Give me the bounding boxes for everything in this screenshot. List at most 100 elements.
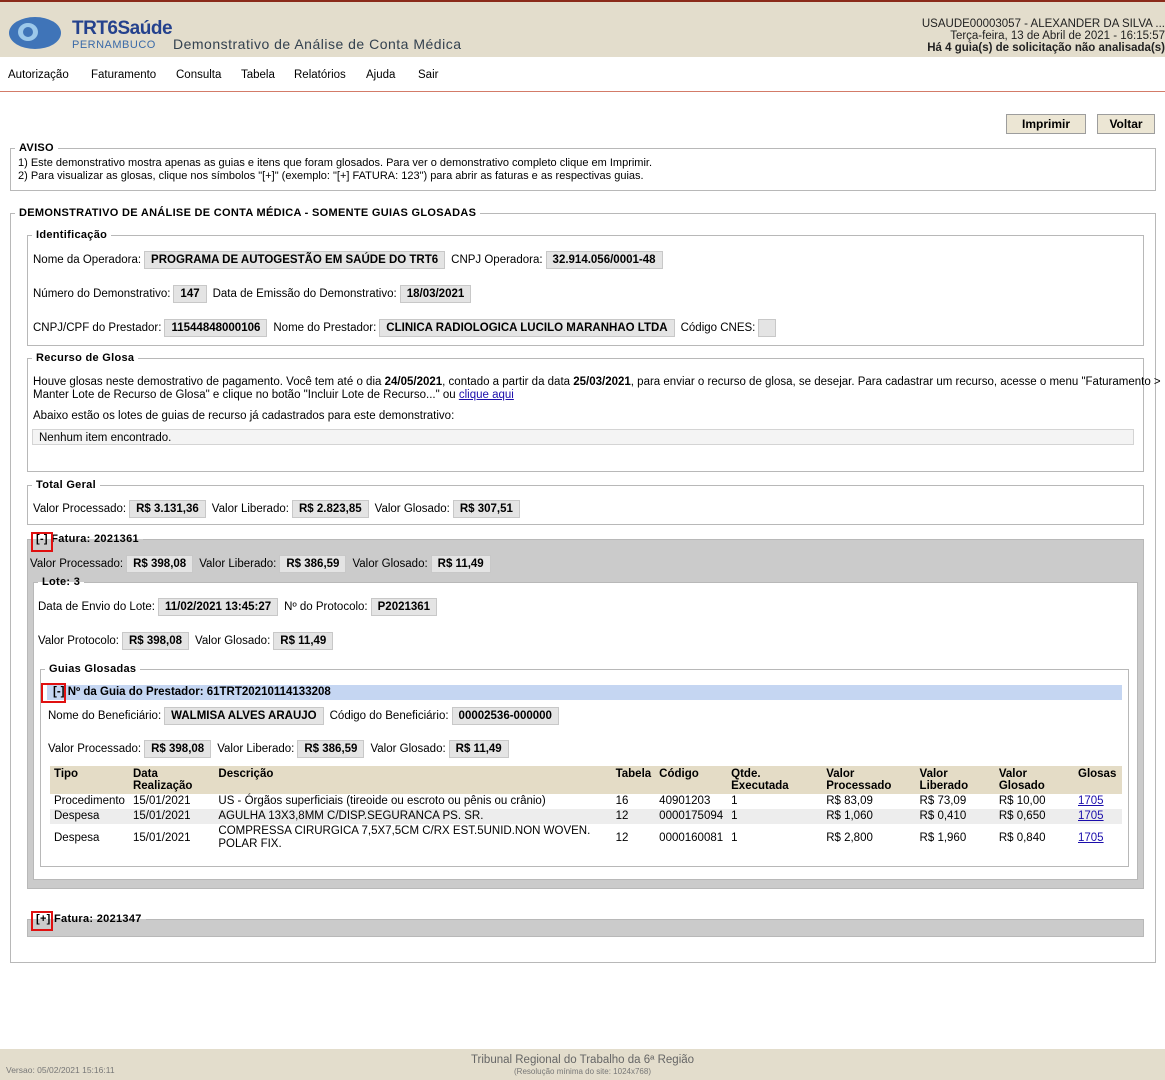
cell-tipo: Procedimento (54, 795, 125, 807)
guia-glos-value: R$ 11,49 (448, 740, 509, 758)
recurso-t1: Houve glosas neste demostrativo de pagam… (33, 376, 385, 388)
page-footer: Tribunal Regional do Trabalho da 6ª Regi… (0, 1049, 1165, 1080)
print-button[interactable]: Imprimir (1006, 114, 1086, 134)
recurso-date-limit: 24/05/2021 (384, 376, 443, 388)
recurso-text-1: Houve glosas neste demostrativo de pagam… (33, 376, 1161, 388)
cell-valor-processado: R$ 83,09 (826, 795, 873, 807)
cell-descricao: COMPRESSA CIRURGICA 7,5X7,5CM C/RX EST.5… (218, 825, 591, 850)
cnpj-prestador-value: 11544848000106 (164, 319, 268, 338)
guia-glos-label: Valor Glosado: (370, 743, 446, 755)
prestador-value: CLINICA RADIOLOGICA LUCILO MARANHAO LTDA (379, 319, 675, 338)
col-valor-liberado: Valor Liberado (915, 766, 995, 794)
valor-protocolo-label: Valor Protocolo: (38, 635, 119, 647)
prestador-row: CNPJ/CPF do Prestador: 11544848000106 Nome… (33, 319, 782, 338)
clique-aqui-link[interactable]: clique aqui (459, 389, 514, 401)
footer-version: Versao: 05/02/2021 15:16:11 (6, 1065, 115, 1075)
lote-glos-value: R$ 11,49 (273, 632, 334, 650)
footer-org: Tribunal Regional do Trabalho da 6ª Regi… (470, 1054, 695, 1066)
cell-qtde: 1 (727, 809, 823, 824)
menu-ajuda[interactable]: Ajuda (366, 69, 395, 81)
operadora-label: Nome da Operadora: (33, 254, 142, 266)
glosa-link[interactable]: 1705 (1078, 810, 1104, 822)
lote-glos-label: Valor Glosado: (195, 635, 271, 647)
highlight-box (31, 532, 53, 552)
operadora-row: Nome da Operadora: PROGRAMA DE AUTOGESTÃO… (33, 251, 669, 269)
demonstrativo-row: Número do Demonstrativo: 147 Data de Emiss… (33, 285, 477, 303)
menu-consulta[interactable]: Consulta (176, 69, 221, 81)
recurso-empty-message: Nenhum item encontrado. (32, 429, 1134, 445)
col-tabela: Tabela (611, 766, 656, 794)
menu-sair[interactable]: Sair (418, 69, 438, 81)
recurso-text-2: Manter Lote de Recurso de Glosa" e cliqu… (33, 389, 514, 401)
cell-qtde: 1 (731, 831, 738, 844)
brand-name: TRT6Saúde (72, 18, 173, 39)
beneficiario-row: Nome do Beneficiário: WALMISA ALVES ARAUJ… (48, 707, 565, 725)
total-glos-label: Valor Glosado: (374, 503, 450, 515)
cell-valor-liberado: R$ 73,09 (919, 795, 967, 807)
protocolo-label: Nº do Protocolo: (284, 601, 368, 613)
fatura-proc-label: Valor Processado: (30, 558, 124, 570)
total-geral-legend: Total Geral (36, 479, 96, 491)
cnpj-prestador-label: CNPJ/CPF do Prestador: (33, 322, 162, 335)
lote-legend: Lote: 3 (42, 576, 81, 588)
codigo-beneficiario-label: Código do Beneficiário: (329, 710, 449, 722)
cell-tipo: Despesa (54, 831, 100, 844)
page-title: Demonstrativo de Análise de Conta Médica (173, 36, 462, 52)
col-valor-processado: Valor Processado (822, 766, 916, 794)
col-qtde: Qtde. Executada (727, 766, 823, 794)
trt6-logo-icon (9, 17, 61, 49)
valor-protocolo-value: R$ 398,08 (121, 632, 190, 650)
guia-lib-value: R$ 386,59 (297, 740, 365, 758)
current-date: Terça-feira, 13 de Abril de 2021 - 16:15… (950, 30, 1165, 42)
col-glosas: Glosas (1074, 766, 1122, 794)
recurso-t2: , contado a partir da data (442, 376, 574, 388)
numero-label: Número do Demonstrativo: (33, 288, 171, 300)
guias-glosadas-legend: Guias Glosadas (49, 663, 137, 675)
numero-value: 147 (173, 285, 207, 303)
cnes-label: Código CNES: (680, 322, 756, 335)
beneficiario-value: WALMISA ALVES ARAUJO (164, 707, 324, 725)
col-valor-glosado: Valor Glosado (994, 766, 1074, 794)
lote-envio-row: Data de Envio do Lote: 11/02/2021 13:45:2… (38, 598, 443, 616)
emissao-value: 18/03/2021 (399, 285, 472, 303)
codigo-beneficiario-value: 00002536-000000 (451, 707, 559, 725)
guia-proc-value: R$ 398,08 (144, 740, 212, 758)
col-tipo: Tipo (50, 766, 129, 794)
cell-tipo: Despesa (50, 809, 129, 824)
fatura-proc-value: R$ 398,08 (126, 555, 194, 573)
user-info: USAUDE00003057 - ALEXANDER DA SILVA ... … (922, 18, 1165, 54)
fatura-lib-label: Valor Liberado: (199, 558, 277, 570)
fatura-glos-value: R$ 11,49 (430, 555, 491, 573)
menu-relatorios[interactable]: Relatórios (294, 69, 346, 81)
recurso-t3: , para enviar o recurso de glosa, se des… (630, 376, 1161, 388)
total-glos-value: R$ 307,51 (452, 500, 520, 518)
main-menu: Autorização Faturamento Consulta Tabela … (0, 57, 1165, 92)
cell-codigo: 0000160081 (659, 831, 724, 844)
glosa-link[interactable]: 1705 (1078, 832, 1104, 844)
table-header-row: Tipo Data Realização Descrição Tabela Có… (50, 766, 1122, 794)
app-header: TRT6Saúde PERNAMBUCO Demonstrativo de An… (0, 0, 1165, 57)
cell-valor-processado: R$ 2,800 (826, 831, 873, 844)
cell-codigo: 0000175094 (655, 809, 728, 824)
cell-valor-glosado: R$ 0,650 (994, 809, 1074, 824)
aviso-line-2: 2) Para visualizar as glosas, clique nos… (18, 170, 644, 182)
cnpj-operadora-value: 32.914.056/0001-48 (545, 251, 663, 269)
cell-data: 15/01/2021 (128, 809, 215, 824)
menu-autorizacao[interactable]: Autorização (8, 69, 69, 81)
menu-faturamento[interactable]: Faturamento (91, 69, 156, 81)
back-button[interactable]: Voltar (1097, 114, 1155, 134)
glosa-link[interactable]: 1705 (1078, 795, 1104, 807)
pending-notice[interactable]: Há 4 guia(s) de solicitação não analisad… (922, 42, 1165, 54)
table-row: Despesa 15/01/2021 COMPRESSA CIRURGICA 7… (50, 824, 1122, 852)
col-codigo: Código (655, 766, 728, 794)
aviso-line-1: 1) Este demonstrativo mostra apenas as g… (18, 157, 653, 169)
total-lib-label: Valor Liberado: (211, 503, 289, 515)
guia-lib-label: Valor Liberado: (217, 743, 295, 755)
highlight-box (31, 911, 53, 931)
lote-valores-row: Valor Protocolo: R$ 398,08 Valor Glosado: R… (38, 632, 339, 650)
cell-tabela: 12 (611, 809, 656, 824)
protocolo-value: P2021361 (370, 598, 438, 616)
identificacao-legend: Identificação (36, 229, 108, 241)
cell-descricao: AGULHA 13X3,8MM C/DISP.SEGURANCA PS. SR. (214, 809, 612, 824)
menu-tabela[interactable]: Tabela (241, 69, 275, 81)
